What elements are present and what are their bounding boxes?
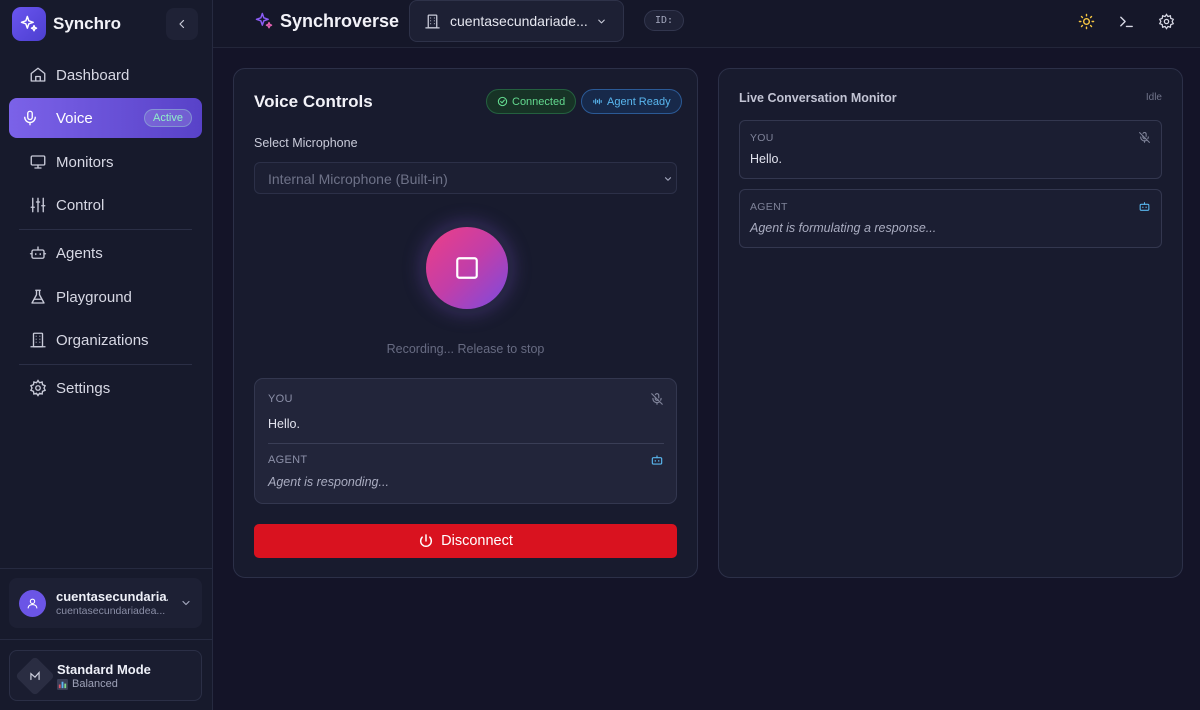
id-badge: ID:: [644, 10, 684, 31]
message-agent: AGENT Agent is formulating a response...: [739, 189, 1162, 248]
organization-select[interactable]: cuentasecundariade...: [409, 0, 624, 42]
terminal-button[interactable]: [1116, 11, 1136, 31]
nav-label: Control: [56, 196, 105, 214]
sliders-icon: [30, 197, 46, 213]
nav-playground[interactable]: Playground: [9, 277, 202, 317]
sun-icon: [1078, 13, 1094, 29]
you-label: YOU: [268, 393, 293, 405]
microphone-icon: [24, 110, 36, 126]
record-button-ring: [421, 222, 513, 314]
brand-name: Synchro: [53, 14, 122, 33]
user-email: cuentasecundariadea...: [56, 605, 166, 617]
user-name: cuentasecundaria...: [56, 589, 168, 604]
voice-controls-card: Voice Controls Connected Agent Ready Sel…: [233, 68, 698, 578]
monitor-status: Idle: [1145, 92, 1162, 103]
brand[interactable]: Synchro: [12, 7, 121, 41]
settings-button[interactable]: [1156, 11, 1176, 31]
collapse-sidebar-button[interactable]: [166, 8, 198, 40]
chevron-down-icon: [182, 600, 190, 606]
you-text: Hello.: [268, 417, 300, 431]
sparkles-icon: [255, 12, 273, 29]
transcript-divider: [268, 443, 664, 444]
mode-selector[interactable]: Standard Mode Balanced: [9, 650, 202, 701]
nav-label: Agents: [56, 244, 103, 262]
app-title: Synchroverse: [280, 11, 400, 31]
monitor-icon: [30, 155, 46, 169]
nav-divider: [19, 364, 192, 365]
connected-badge: Connected: [486, 89, 577, 114]
mic-off-icon: [1139, 131, 1150, 143]
nav-dashboard[interactable]: Dashboard: [9, 55, 202, 95]
stop-square-icon: [456, 257, 478, 279]
chevron-left-icon: [179, 19, 185, 29]
monitor-title: Live Conversation Monitor: [739, 91, 897, 105]
user-icon: [27, 598, 38, 609]
home-icon: [30, 67, 46, 82]
nav-label: Settings: [56, 379, 111, 397]
card-title: Voice Controls: [254, 92, 373, 111]
nav-settings[interactable]: Settings: [9, 368, 202, 408]
mode-icon: [15, 656, 55, 696]
nav-divider: [19, 229, 192, 230]
recording-status: Recording... Release to stop: [386, 342, 545, 356]
conversation-monitor-card: Live Conversation Monitor Idle YOU Hello…: [718, 68, 1183, 578]
connected-text: Connected: [512, 95, 566, 108]
mode-title: Standard Mode: [57, 662, 151, 677]
message-text: Agent is formulating a response...: [750, 221, 937, 235]
nav-label: Playground: [56, 288, 132, 306]
theme-toggle-button[interactable]: [1076, 11, 1096, 31]
user-menu[interactable]: cuentasecundaria... cuentasecundariadea.…: [9, 578, 202, 628]
top-bar: Synchroverse cuentasecundariade... ID:: [213, 0, 1200, 48]
nav-agents[interactable]: Agents: [9, 233, 202, 273]
message-role: YOU: [750, 132, 774, 144]
microphone-select[interactable]: Internal Microphone (Built-in): [254, 162, 677, 194]
nav-label: Dashboard: [56, 66, 130, 84]
bot-icon: [651, 455, 663, 465]
nav-control[interactable]: Control: [9, 185, 202, 225]
nav-label: Organizations: [56, 331, 149, 349]
chevron-down-icon: [664, 177, 672, 181]
agent-ready-text: Agent Ready: [607, 95, 671, 108]
message-text: Hello.: [750, 152, 782, 166]
nav-voice[interactable]: Voice Active: [9, 98, 202, 138]
agent-text: Agent is responding...: [268, 475, 389, 489]
bar-chart-icon: [57, 678, 68, 690]
sidebar-divider: [0, 568, 212, 569]
sidebar-divider: [0, 639, 212, 640]
nav-label: Voice: [56, 109, 93, 127]
building-icon: [425, 14, 440, 29]
nav-organizations[interactable]: Organizations: [9, 320, 202, 360]
gear-icon: [29, 379, 47, 397]
disconnect-label: Disconnect: [441, 533, 513, 549]
sparkles-logo-icon: [12, 7, 46, 41]
terminal-icon: [1119, 16, 1133, 27]
bot-icon: [29, 246, 47, 259]
mode-subtitle-text: Balanced: [72, 678, 118, 690]
mode-subtitle: Balanced: [57, 678, 118, 690]
transcript-panel: YOU Hello. AGENT Agent is responding...: [254, 378, 677, 504]
nav-monitors[interactable]: Monitors: [9, 142, 202, 182]
microphone-label: Select Microphone: [254, 136, 358, 150]
power-icon: [420, 534, 433, 547]
nav-label: Monitors: [56, 153, 114, 171]
avatar: [19, 590, 46, 617]
stop-recording-button[interactable]: [426, 227, 508, 309]
sidebar: Synchro Dashboard Voice Active Monitors …: [0, 0, 213, 710]
disconnect-button[interactable]: Disconnect: [254, 524, 677, 558]
bot-icon: [1139, 202, 1150, 211]
gear-icon: [1158, 12, 1174, 30]
chevron-down-icon: [598, 19, 605, 24]
organization-name: cuentasecundariade...: [450, 13, 588, 29]
message-role: AGENT: [750, 201, 788, 213]
microphone-value: Internal Microphone (Built-in): [268, 171, 448, 187]
agent-label: AGENT: [268, 454, 308, 466]
message-you: YOU Hello.: [739, 120, 1162, 179]
mic-off-icon: [651, 393, 663, 405]
agent-ready-badge: Agent Ready: [581, 89, 682, 114]
check-circle-icon: [497, 96, 508, 107]
audio-lines-icon: [593, 98, 602, 105]
active-badge: Active: [144, 109, 192, 127]
building-icon: [30, 332, 46, 348]
flask-icon: [31, 289, 45, 304]
